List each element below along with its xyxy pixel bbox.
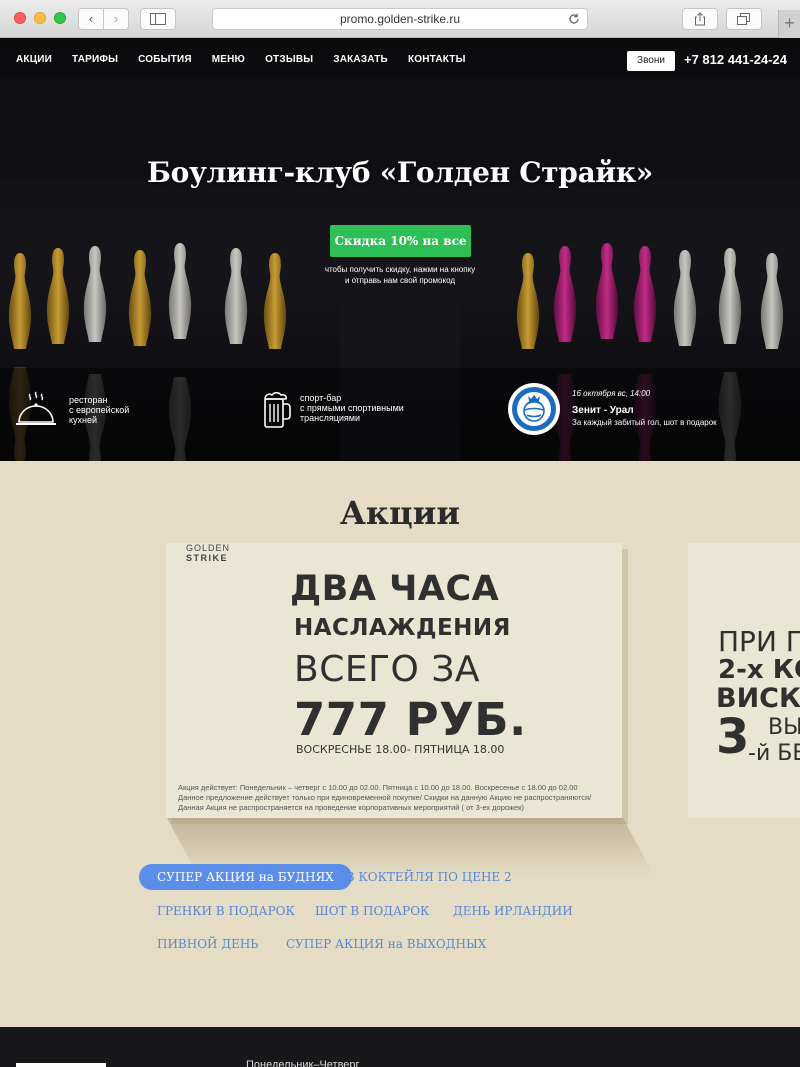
tab-free-shot[interactable]: ШОТ В ПОДАРОК: [315, 904, 429, 918]
feature-sportbar-line-1: спорт-бар: [300, 393, 342, 403]
nav-item-sobytiya[interactable]: СОБЫТИЯ: [138, 54, 192, 65]
promo-slide-next[interactable]: ПРИ П 2-х КО ВИСКИ 3 ВЫ -й БЕС: [688, 543, 800, 818]
slide2-line-5: ВЫ: [768, 715, 800, 740]
back-button[interactable]: ‹: [78, 8, 104, 30]
tabs-overview-button[interactable]: [726, 8, 762, 30]
nav-item-tarify[interactable]: ТАРИФЫ: [72, 54, 118, 65]
reload-icon[interactable]: [567, 12, 581, 26]
fine-print-line-2: Данное предложение действует только при …: [178, 793, 592, 802]
slide-schedule: ВОСКРЕСНЬЕ 18.00- ПЯТНИЦА 18.00: [296, 743, 505, 756]
phone-number[interactable]: +7 812 441-24-24: [684, 52, 787, 67]
tab-super-weekends[interactable]: СУПЕР АКЦИЯ на ВЫХОДНЫХ: [286, 937, 486, 951]
tab-three-cocktails[interactable]: 3 КОКТЕЙЛЯ ПО ЦЕНЕ 2: [347, 870, 512, 884]
tabs-icon: [737, 13, 750, 25]
feature-sportbar: спорт-бар с прямыми спортивными трансляц…: [300, 393, 404, 423]
hero-title: Боулинг-клуб «Голден Страйк»: [146, 156, 654, 189]
fine-print-line-3: Данная Акция не распространяется на пров…: [178, 803, 524, 812]
nav-item-kontakty[interactable]: КОНТАКТЫ: [408, 54, 466, 65]
sidebar-icon: [150, 13, 166, 25]
minimize-window-button[interactable]: [34, 12, 46, 24]
logo-word-strike: STRIKE: [186, 553, 229, 563]
schedule-day-label: Понедельник–Четверг: [246, 1059, 360, 1067]
match-title: Зенит - Урал: [572, 405, 634, 416]
match-date: 16 октября вс, 14:00: [572, 389, 651, 398]
plus-icon: +: [784, 13, 795, 33]
schedule-section: Понедельник–Четверг: [0, 1027, 800, 1067]
slide-fine-print: Акция действует: Понедельник – четверг с…: [178, 783, 618, 813]
call-button[interactable]: Звони: [627, 51, 675, 71]
discount-button[interactable]: Скидка 10% на все: [330, 225, 471, 257]
feature-restaurant-line-3: кухней: [69, 415, 98, 425]
slide-headline-1: ДВА ЧАСА: [290, 569, 500, 609]
nav-item-otzyvy[interactable]: ОТЗЫВЫ: [265, 54, 313, 65]
zenit-logo: [508, 383, 560, 435]
slide2-number: 3: [716, 709, 750, 765]
nav-item-akcii[interactable]: АКЦИИ: [16, 54, 52, 65]
discount-hint-line-2: и отправь нам свой промокод: [344, 276, 456, 285]
slide2-line-6: -й БЕС: [748, 741, 800, 766]
new-tab-button[interactable]: +: [778, 10, 800, 38]
discount-hint: чтобы получить скидку, нажми на кнопку и…: [300, 264, 500, 286]
hero-section: АКЦИИ ТАРИФЫ СОБЫТИЯ МЕНЮ ОТЗЫВЫ ЗАКАЗАТ…: [0, 38, 800, 461]
feature-restaurant-line-1: ресторан: [69, 395, 108, 405]
actions-section: Акции GOLDEN STRIKE ДВА ЧАСА НАСЛАЖДЕНИЯ…: [0, 461, 800, 1027]
main-nav: АКЦИИ ТАРИФЫ СОБЫТИЯ МЕНЮ ОТЗЫВЫ ЗАКАЗАТ…: [16, 54, 466, 65]
address-bar[interactable]: promo.golden-strike.ru: [212, 8, 588, 30]
slide2-line-1: ПРИ П: [718, 625, 800, 658]
tab-super-weekdays[interactable]: СУПЕР АКЦИЯ на БУДНЯХ: [139, 864, 352, 890]
feature-restaurant-line-2: с европейской: [69, 405, 130, 415]
logo-word-golden: GOLDEN: [186, 543, 231, 553]
share-button[interactable]: [682, 8, 718, 30]
slide-headline-3: ВСЕГО ЗА: [294, 649, 481, 690]
match-note: За каждый забитый гол, шот в подарок: [572, 418, 717, 427]
section-heading-fragment: [16, 1063, 106, 1067]
promo-slide-active[interactable]: GOLDEN STRIKE ДВА ЧАСА НАСЛАЖДЕНИЯ ВСЕГО…: [166, 543, 622, 818]
url-text: promo.golden-strike.ru: [339, 12, 461, 26]
browser-toolbar: ‹ › promo.golden-strike.ru +: [0, 0, 800, 38]
golden-strike-logo: GOLDEN STRIKE: [186, 543, 230, 563]
discount-hint-line-1: чтобы получить скидку, нажми на кнопку: [324, 265, 476, 274]
beer-mug-icon: [264, 392, 291, 428]
actions-title: Акции: [339, 494, 461, 532]
cloche-icon: [16, 391, 56, 425]
slide-price: 777 РУБ.: [294, 693, 527, 746]
tab-beer-day[interactable]: ПИВНОЙ ДЕНЬ: [157, 937, 258, 951]
zoom-window-button[interactable]: [54, 12, 66, 24]
slide-headline-2: НАСЛАЖДЕНИЯ: [294, 615, 511, 641]
tab-ireland-day[interactable]: ДЕНЬ ИРЛАНДИИ: [453, 904, 573, 918]
close-window-button[interactable]: [14, 12, 26, 24]
slide2-line-2: 2-х КО: [718, 655, 800, 685]
chevron-left-icon: ‹: [88, 11, 94, 26]
nav-item-zakazat[interactable]: ЗАКАЗАТЬ: [333, 54, 388, 65]
tab-free-croutons[interactable]: ГРЕНКИ В ПОДАРОК: [157, 904, 295, 918]
feature-sportbar-line-2: с прямыми спортивными: [300, 403, 404, 413]
sidebar-button[interactable]: [140, 8, 176, 30]
nav-item-menu[interactable]: МЕНЮ: [212, 54, 245, 65]
chevron-right-icon: ›: [113, 11, 119, 26]
feature-sportbar-line-3: трансляциями: [300, 413, 360, 423]
share-icon: [695, 12, 705, 26]
fine-print-line-1: Акция действует: Понедельник – четверг с…: [178, 783, 578, 792]
forward-button[interactable]: ›: [103, 8, 129, 30]
feature-restaurant: ресторан с европейской кухней: [69, 395, 129, 425]
